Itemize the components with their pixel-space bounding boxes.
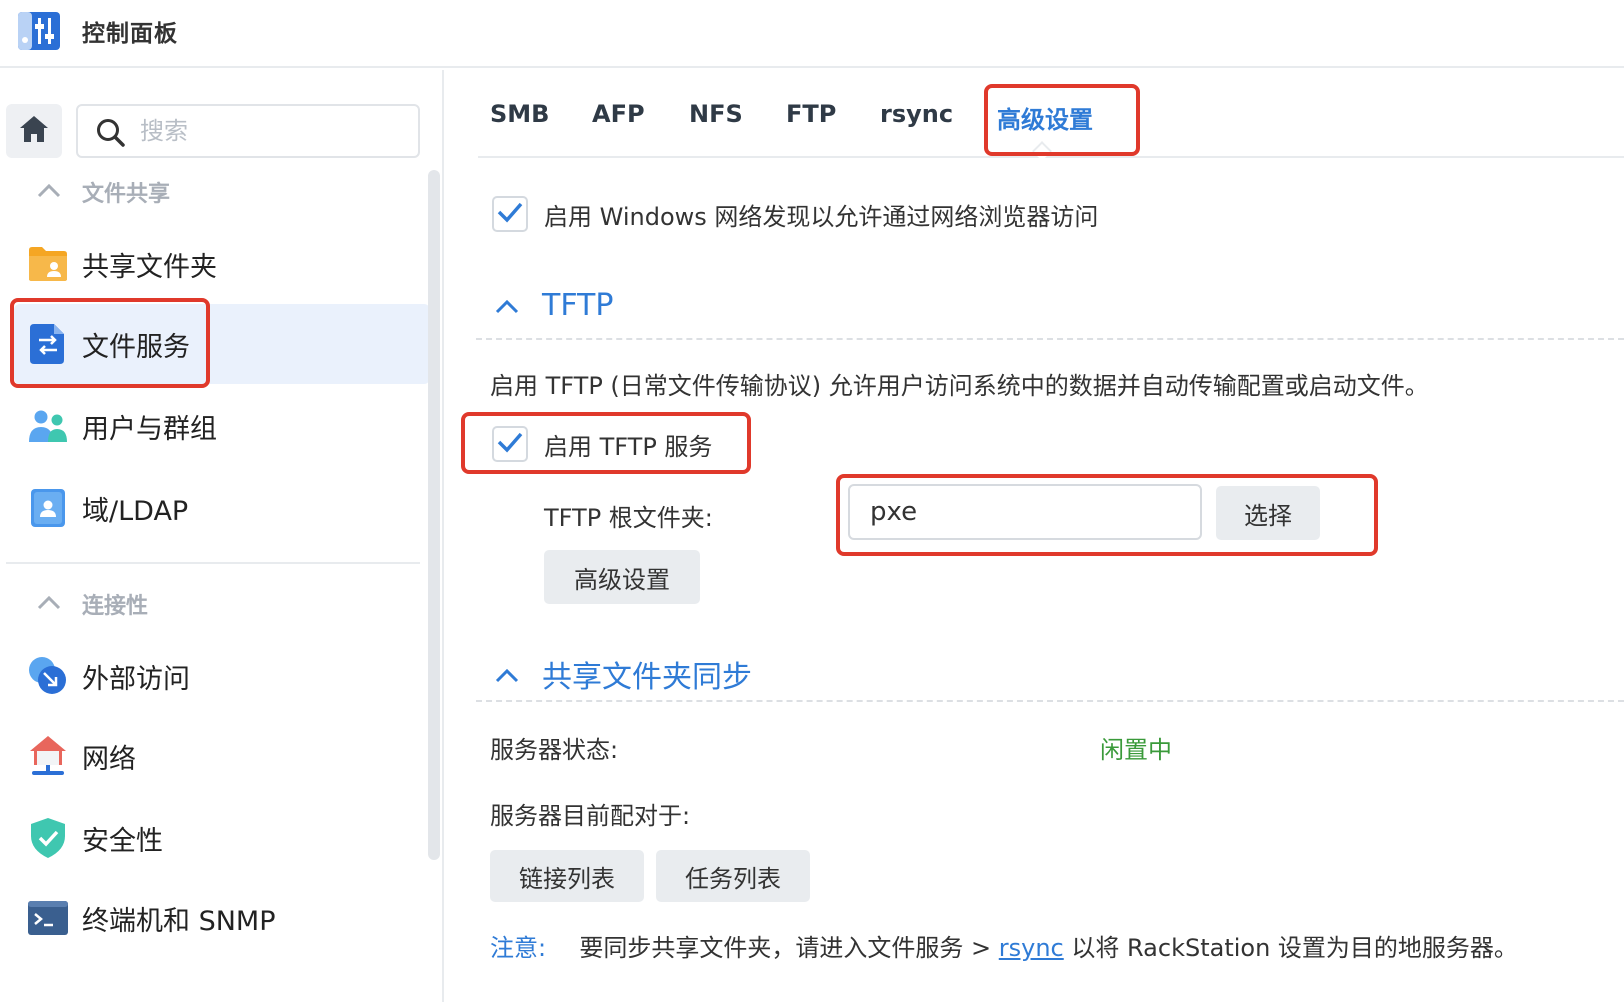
file-services-icon (28, 324, 68, 364)
shared-folder-icon (28, 244, 68, 284)
network-icon (28, 736, 68, 776)
sidebar-item-label: 文件服务 (82, 331, 190, 363)
sidebar-item-label: 域/LDAP (82, 495, 189, 527)
control-panel-icon (18, 10, 60, 50)
tab-smb[interactable]: SMB (490, 100, 549, 128)
sidebar-item-label: 终端机和 SNMP (82, 905, 276, 937)
section-divider (476, 700, 1624, 702)
rsync-link[interactable]: rsync (999, 934, 1064, 962)
sync-note: 注意: 要同步共享文件夹，请进入文件服务 > rsync 以将 RackStat… (490, 928, 1518, 963)
home-icon (18, 114, 50, 148)
app-title: 控制面板 (82, 21, 178, 47)
sidebar-item-network[interactable]: 网络 (14, 716, 430, 796)
tab-ftp[interactable]: FTP (786, 100, 836, 128)
sidebar-item-external-access[interactable]: 外部访问 (14, 636, 430, 716)
tftp-advanced-button[interactable]: 高级设置 (544, 550, 700, 604)
tab-nfs[interactable]: NFS (689, 100, 743, 128)
checkmark-icon (497, 201, 523, 227)
sidebar-divider (6, 562, 420, 564)
select-folder-button[interactable]: 选择 (1216, 486, 1320, 540)
section-divider (476, 338, 1624, 340)
section-file-sharing[interactable]: 文件共享 (36, 172, 170, 212)
search-box[interactable] (76, 104, 420, 158)
section-title: 文件共享 (82, 182, 171, 207)
sidebar-item-security[interactable]: 安全性 (14, 798, 430, 878)
tftp-description: 启用 TFTP (日常文件传输协议) 允许用户访问系统中的数据并自动传输配置或启… (490, 372, 1429, 400)
sidebar-scrollbar[interactable] (428, 170, 440, 860)
users-groups-icon (28, 406, 68, 446)
domain-ldap-icon (28, 488, 68, 528)
windows-discovery-option: 启用 Windows 网络发现以允许通过网络浏览器访问 (492, 196, 1098, 232)
home-button[interactable] (6, 104, 62, 158)
terminal-icon (28, 898, 68, 938)
tftp-enable-checkbox[interactable] (492, 426, 528, 462)
tftp-enable-option: 启用 TFTP 服务 (492, 426, 712, 462)
tab-afp[interactable]: AFP (592, 100, 645, 128)
windows-discovery-checkbox[interactable] (492, 196, 528, 232)
sidebar-item-shared-folder[interactable]: 共享文件夹 (14, 224, 430, 304)
note-label: 注意: (490, 934, 547, 962)
sidebar: 文件共享 共享文件夹 文件服务 (0, 70, 444, 1002)
sidebar-item-file-services[interactable]: 文件服务 (14, 304, 430, 384)
section-connectivity[interactable]: 连接性 (36, 584, 148, 624)
chevron-up-icon (494, 288, 524, 323)
sidebar-item-terminal-snmp[interactable]: 终端机和 SNMP (14, 878, 430, 958)
tftp-root-label: TFTP 根文件夹: (544, 504, 713, 532)
section-title: 连接性 (82, 594, 149, 619)
note-text-1: 要同步共享文件夹，请进入文件服务 > (579, 934, 992, 962)
sidebar-item-users-groups[interactable]: 用户与群组 (14, 386, 430, 466)
section-title: 共享文件夹同步 (542, 660, 752, 695)
chevron-up-icon (36, 180, 66, 205)
task-list-button[interactable]: 任务列表 (656, 850, 810, 902)
tftp-enable-label: 启用 TFTP 服务 (544, 432, 713, 461)
section-tftp[interactable]: TFTP (494, 288, 613, 323)
chevron-up-icon (36, 592, 66, 617)
windows-discovery-label: 启用 Windows 网络发现以允许通过网络浏览器访问 (544, 202, 1099, 231)
tftp-root-input[interactable]: pxe (848, 484, 1202, 540)
sidebar-item-label: 安全性 (82, 825, 163, 857)
checkmark-icon (497, 431, 523, 457)
search-icon (96, 118, 126, 152)
sidebar-item-domain-ldap[interactable]: 域/LDAP (14, 468, 430, 548)
search-input[interactable] (140, 114, 410, 148)
external-access-icon (28, 656, 68, 696)
security-shield-icon (28, 818, 68, 858)
link-list-button[interactable]: 链接列表 (490, 850, 644, 902)
section-shared-folder-sync[interactable]: 共享文件夹同步 (494, 652, 752, 696)
title-bar: 控制面板 (0, 0, 1624, 68)
server-status-label: 服务器状态: (490, 736, 619, 764)
sidebar-item-label: 网络 (82, 743, 136, 775)
sidebar-item-label: 外部访问 (82, 663, 190, 695)
tab-bar: SMB AFP NFS FTP rsync 高级设置 (478, 88, 1624, 161)
chevron-up-icon (494, 657, 524, 692)
section-title: TFTP (542, 288, 614, 323)
server-paired-label: 服务器目前配对于: (490, 802, 691, 830)
tab-rsync[interactable]: rsync (880, 100, 953, 128)
sidebar-item-label: 用户与群组 (82, 413, 217, 445)
main-panel: SMB AFP NFS FTP rsync 高级设置 启用 Windows 网络… (446, 70, 1624, 1002)
active-tab-indicator (1032, 141, 1052, 161)
sidebar-item-label: 共享文件夹 (82, 251, 217, 283)
server-status-value: 闲置中 (1100, 736, 1172, 764)
tab-advanced-settings[interactable]: 高级设置 (997, 100, 1093, 135)
note-text-2: 以将 RackStation 设置为目的地服务器。 (1071, 934, 1518, 962)
